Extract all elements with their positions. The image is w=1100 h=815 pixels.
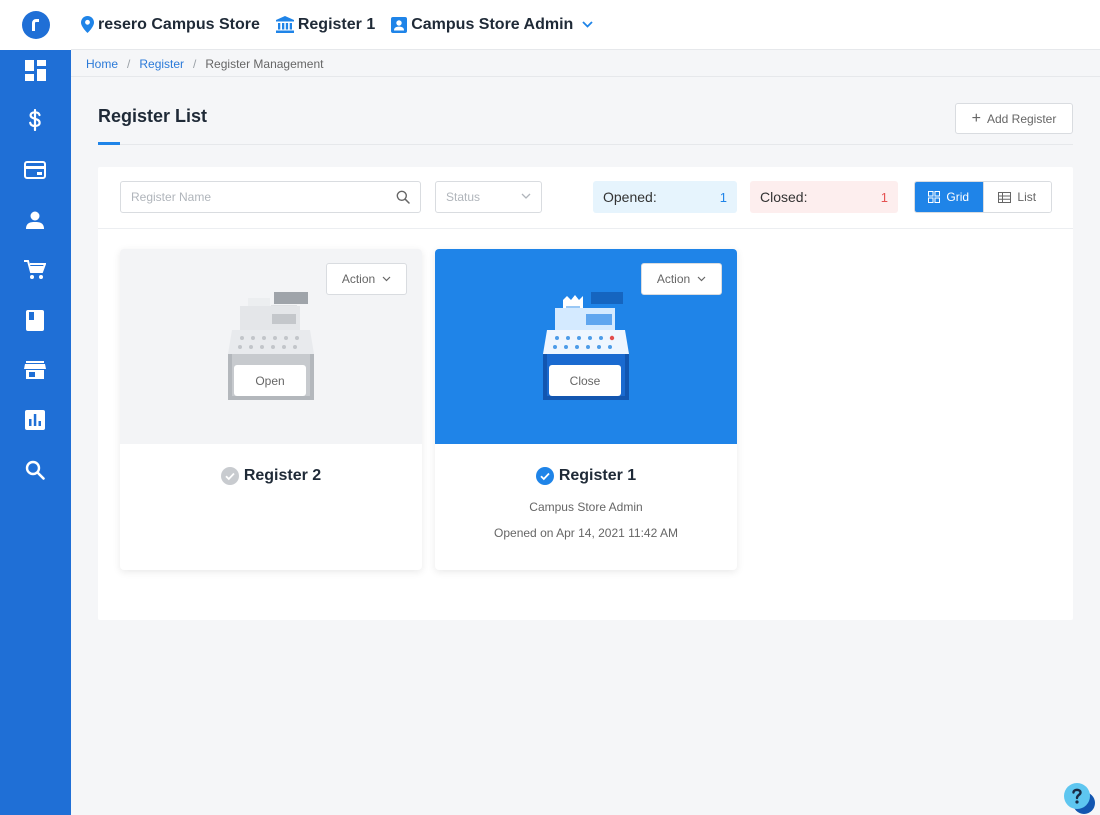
register-name: Register 2 xyxy=(243,467,322,484)
open-register-button[interactable]: Open xyxy=(234,365,306,396)
action-dropdown-button[interactable]: Action xyxy=(326,263,407,295)
breadcrumb-divider xyxy=(71,76,1100,77)
close-register-button[interactable]: Close xyxy=(549,365,621,396)
dashboard-icon[interactable] xyxy=(23,58,47,82)
grid-icon xyxy=(928,191,941,203)
register-name-row: Register 2 xyxy=(120,467,422,485)
breadcrumb-separator: / xyxy=(127,57,131,71)
title-underline xyxy=(98,142,120,145)
action-dropdown-button[interactable]: Action xyxy=(641,263,722,295)
sidebar xyxy=(0,0,71,815)
status-placeholder: Status xyxy=(446,190,481,204)
chevron-down-icon xyxy=(582,21,593,28)
cart-icon[interactable] xyxy=(23,258,47,282)
chevron-down-icon xyxy=(521,193,531,199)
register-name: Register 1 xyxy=(297,15,376,33)
opened-label: Opened: xyxy=(603,189,657,205)
list-view-button[interactable]: List xyxy=(982,182,1051,212)
opened-count: 1 xyxy=(719,189,727,205)
card-icon[interactable] xyxy=(23,158,47,182)
register-selector[interactable]: Register 1 xyxy=(275,15,376,34)
grid-view-button[interactable]: Grid xyxy=(915,182,983,212)
dollar-icon[interactable] xyxy=(23,108,47,132)
list-view-label: List xyxy=(1017,190,1037,204)
breadcrumb-current: Register Management xyxy=(205,57,324,71)
help-chat-button[interactable] xyxy=(1063,782,1097,815)
store-selector[interactable]: resero Campus Store xyxy=(81,16,260,34)
status-select[interactable]: Status xyxy=(435,181,542,213)
register-card-header: Action Open xyxy=(120,249,422,444)
breadcrumb: Home / Register / Register Management xyxy=(86,56,323,72)
add-register-button[interactable]: + Add Register xyxy=(955,103,1073,134)
chevron-down-icon xyxy=(382,276,391,282)
plus-icon: + xyxy=(971,109,981,127)
opened-count-badge: Opened: 1 xyxy=(593,181,737,213)
closed-count: 1 xyxy=(880,189,888,205)
opened-timestamp: Opened on Apr 14, 2021 11:42 AM xyxy=(494,526,678,540)
register-card-header: Action Close xyxy=(435,249,737,444)
check-circle-icon xyxy=(535,467,554,485)
search-icon[interactable] xyxy=(396,190,410,204)
add-register-label: Add Register xyxy=(986,111,1057,126)
page-title: Register List xyxy=(98,106,208,126)
register-panel: Status Opened: 1 Closed: 1 Grid List Act… xyxy=(98,167,1073,620)
user-menu[interactable]: Campus Store Admin xyxy=(391,16,597,34)
location-pin-icon xyxy=(81,16,94,33)
register-name-row: Register 1 xyxy=(435,467,737,485)
logo-icon xyxy=(21,11,50,39)
register-name: Register 1 xyxy=(558,467,637,484)
user-icon[interactable] xyxy=(23,208,47,232)
help-bubble-icon xyxy=(1064,783,1095,814)
store-name: resero Campus Store xyxy=(98,15,260,33)
search-icon[interactable] xyxy=(23,458,47,482)
book-icon[interactable] xyxy=(23,308,47,332)
breadcrumb-home[interactable]: Home xyxy=(86,57,118,71)
app-logo[interactable] xyxy=(0,0,71,50)
opened-by: Campus Store Admin xyxy=(529,500,643,514)
action-label: Action xyxy=(656,272,691,286)
report-icon[interactable] xyxy=(23,408,47,432)
search-box xyxy=(120,181,421,213)
action-label: Action xyxy=(341,272,376,286)
register-card[interactable]: Action Open Register 2 xyxy=(120,249,422,570)
breadcrumb-separator: / xyxy=(193,57,197,71)
register-search-input[interactable] xyxy=(121,182,381,212)
user-badge-icon xyxy=(391,16,408,33)
top-header: resero Campus Store Register 1 Campus St… xyxy=(71,0,1100,50)
bank-icon xyxy=(275,16,294,33)
store-icon[interactable] xyxy=(23,358,47,382)
chevron-down-icon xyxy=(697,276,706,282)
breadcrumb-register[interactable]: Register xyxy=(139,57,184,71)
grid-view-label: Grid xyxy=(946,190,970,204)
title-divider xyxy=(98,144,1073,145)
view-toggle: Grid List xyxy=(914,181,1052,213)
check-circle-icon xyxy=(220,467,239,485)
closed-count-badge: Closed: 1 xyxy=(750,181,898,213)
toolbar-divider xyxy=(98,228,1073,229)
table-icon xyxy=(998,191,1012,203)
closed-label: Closed: xyxy=(760,189,808,205)
register-card[interactable]: Action Close Register 1 Campus Store Adm… xyxy=(435,249,737,570)
user-name: Campus Store Admin xyxy=(411,15,574,33)
